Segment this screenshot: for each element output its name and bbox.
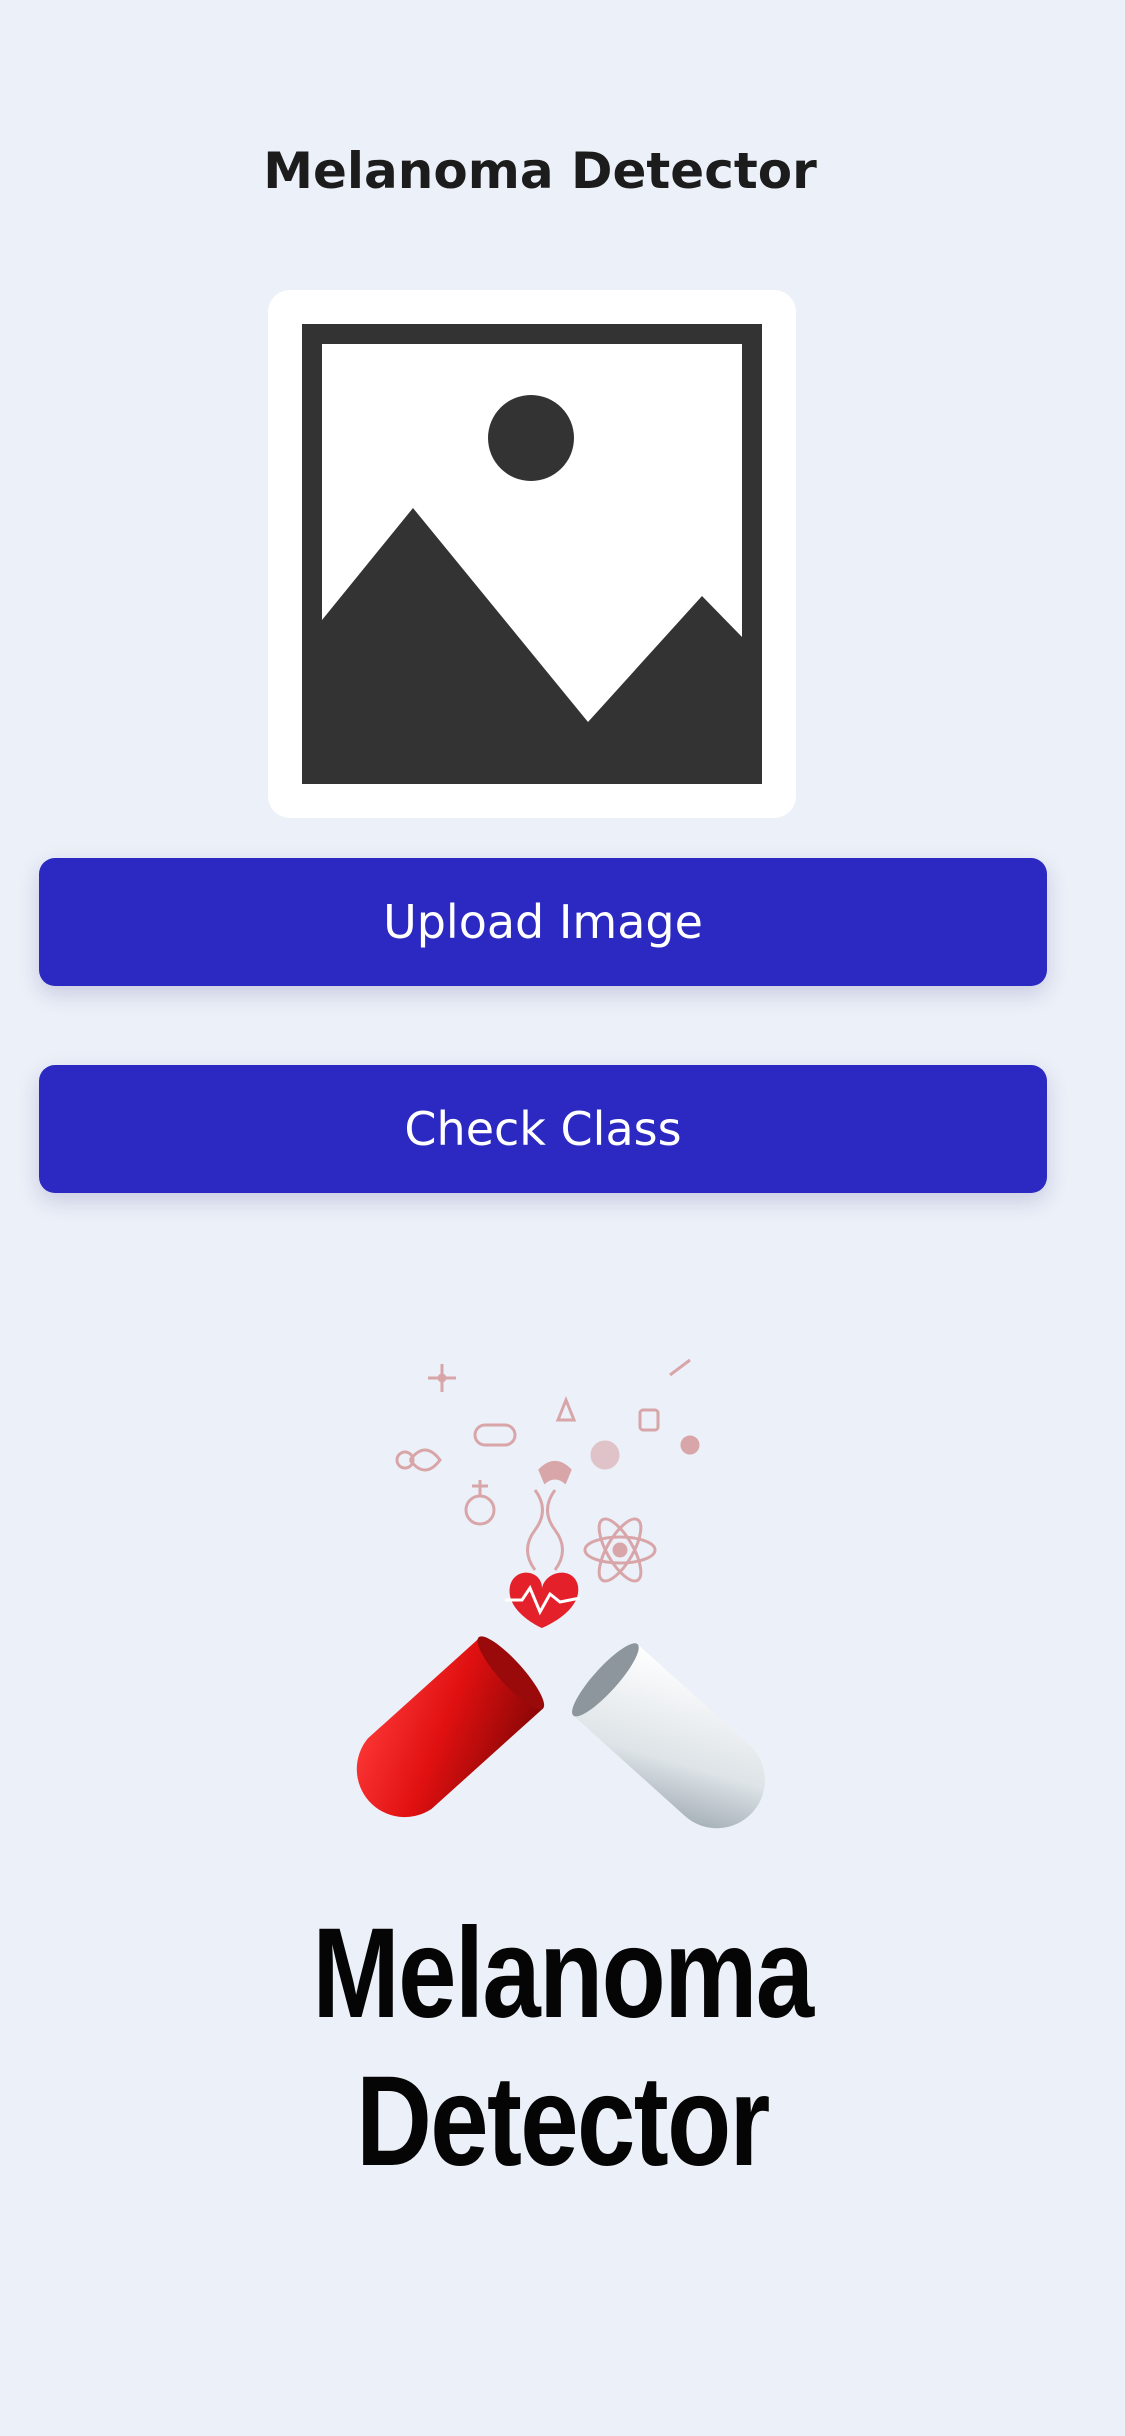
page-title: Melanoma Detector (263, 142, 817, 200)
logo-line-1: Melanoma (312, 1902, 814, 2045)
image-placeholder-icon (302, 324, 762, 784)
image-preview[interactable] (268, 290, 796, 818)
medicine-capsule-icon (356, 1358, 765, 1829)
logo-line-2: Detector (356, 2050, 770, 2193)
upload-image-button[interactable]: Upload Image (39, 858, 1047, 986)
logo-wordmark: Melanoma Detector (101, 1900, 1024, 2196)
check-class-button[interactable]: Check Class (39, 1065, 1047, 1193)
